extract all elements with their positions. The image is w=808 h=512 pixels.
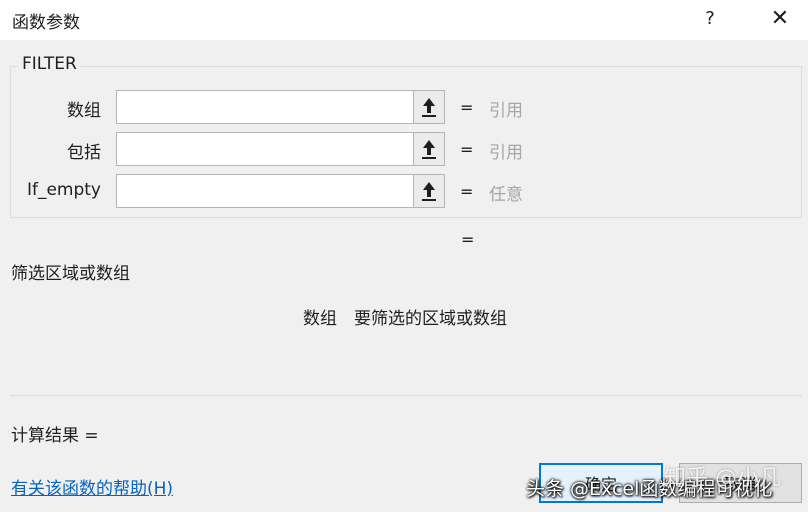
equals-sign: = (460, 140, 474, 159)
equals-sign: = (460, 182, 474, 201)
arg-input-if-empty[interactable] (116, 174, 414, 208)
function-result-equals: = (461, 230, 475, 249)
function-arguments-dialog: 函数参数 ? ✕ FILTER 数组 = 引用 包括 = 引用 If_empty… (0, 0, 808, 512)
arg-label-if-empty: If_empty (26, 180, 101, 200)
arg-help-text: 要筛选的区域或数组 (354, 309, 507, 329)
collapse-dialog-button-if-empty[interactable] (413, 174, 445, 208)
function-name-legend: FILTER (18, 54, 81, 74)
arg-input-include[interactable] (116, 132, 414, 166)
ok-button[interactable]: 确定 (539, 463, 663, 503)
collapse-dialog-button-array[interactable] (413, 90, 445, 124)
cancel-button[interactable]: 取消 (679, 463, 802, 503)
function-description: 筛选区域或数组 (11, 264, 130, 284)
arg-type-hint-if-empty: 任意 (489, 185, 523, 205)
close-icon[interactable]: ✕ (766, 4, 794, 34)
dialog-title: 函数参数 (12, 13, 80, 33)
divider (10, 395, 802, 396)
arg-input-array[interactable] (116, 90, 414, 124)
arg-type-hint-array: 引用 (489, 101, 523, 121)
function-help-link[interactable]: 有关该函数的帮助(H) (11, 474, 173, 499)
collapse-dialog-arrow-icon (422, 140, 436, 159)
arg-type-hint-include: 引用 (489, 143, 523, 163)
help-icon[interactable]: ? (700, 4, 720, 34)
arg-label-include: 包括 (67, 143, 101, 163)
collapse-dialog-arrow-icon (422, 98, 436, 117)
title-bar: 函数参数 ? ✕ (0, 0, 808, 40)
equals-sign: = (460, 98, 474, 117)
collapse-dialog-button-include[interactable] (413, 132, 445, 166)
arg-label-array: 数组 (67, 101, 101, 121)
calc-result-label: 计算结果 = (11, 426, 99, 446)
collapse-dialog-arrow-icon (422, 182, 436, 201)
arg-help-name: 数组 (303, 309, 337, 329)
